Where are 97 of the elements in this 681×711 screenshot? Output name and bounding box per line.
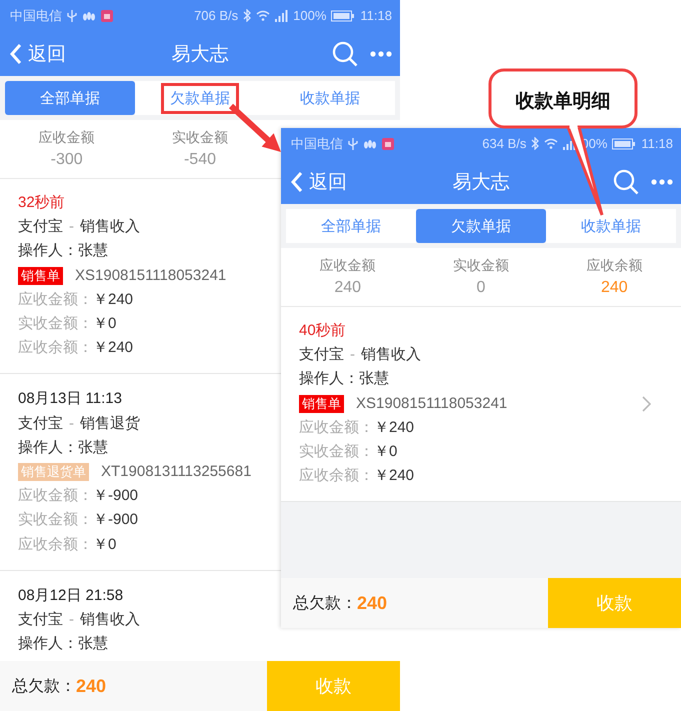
amount-value: ￥240 [93, 290, 134, 310]
payment-method: 支付宝 [18, 414, 63, 434]
callout-text: 收款单明细 [514, 90, 612, 114]
record-category: 销售收入 [80, 217, 140, 238]
separator: - [69, 610, 74, 630]
tab[interactable]: 欠款单据 [135, 81, 265, 115]
tab[interactable]: 收款单据 [265, 81, 395, 115]
operator-name: 操作人：张慧 [18, 438, 108, 458]
summary-value: -540 [182, 150, 217, 170]
amount-label: 应收金额： [18, 486, 93, 506]
summary-label: 应收余额 [585, 256, 644, 275]
summary-label: 实收金额 [170, 128, 229, 147]
amount-label: 应收金额： [299, 418, 374, 438]
chevron-right-icon[interactable] [642, 396, 651, 412]
separator: - [350, 345, 355, 366]
bluetooth-icon [531, 137, 540, 150]
usb-icon [67, 8, 77, 22]
record-time: 40秒前 [299, 321, 346, 341]
search-icon[interactable] [613, 168, 639, 194]
wifi-icon [256, 10, 270, 21]
summary-value: 0 [476, 278, 486, 298]
summary-label: 应收金额 [318, 256, 377, 275]
clock-time: 11:18 [360, 8, 392, 23]
clock-time: 11:18 [641, 136, 673, 151]
order-type-tag: 销售退货单 [18, 463, 89, 482]
payment-method: 支付宝 [18, 610, 63, 630]
order-type-tag: 销售单 [299, 394, 344, 413]
tab[interactable]: 全部单据 [5, 81, 135, 115]
amount-label: 应收余额： [18, 338, 93, 358]
amount-label: 应收余额： [18, 534, 93, 555]
amount-value: ￥0 [93, 534, 116, 555]
amount-value: ￥240 [374, 466, 414, 486]
more-icon[interactable] [651, 178, 673, 184]
record-category: 销售收入 [80, 610, 140, 630]
flower-icon [82, 10, 96, 20]
amount-value: ￥0 [93, 314, 116, 334]
signal-icon [275, 10, 288, 22]
separator: - [69, 217, 74, 238]
page-title: 易大志 [452, 170, 510, 194]
payment-method: 支付宝 [299, 345, 344, 366]
operator-name: 操作人：张慧 [299, 369, 389, 390]
usb-icon [348, 136, 358, 150]
more-icon[interactable] [370, 50, 392, 56]
total-value: 240 [76, 676, 106, 696]
app-icon [101, 10, 113, 22]
tab[interactable]: 收款单据 [546, 209, 676, 243]
flower-icon [363, 138, 377, 148]
order-number: XS1908151118053241 [75, 266, 226, 286]
amount-label: 实收金额： [299, 442, 374, 462]
amount-value: ￥240 [374, 418, 414, 438]
amount-value: ￥240 [93, 338, 134, 358]
amount-value: ￥-900 [93, 486, 138, 506]
battery-icon [331, 10, 356, 22]
wifi-icon [544, 138, 558, 149]
total-label: 总欠款： [293, 594, 357, 614]
back-button[interactable]: 返回 [289, 168, 349, 194]
summary-value: 240 [333, 278, 362, 298]
bluetooth-icon [243, 9, 252, 22]
amount-label: 应收余额： [299, 466, 374, 486]
network-speed: 634 B/s [482, 136, 526, 151]
carrier-name: 中国电信 [10, 6, 62, 24]
payment-method: 支付宝 [18, 217, 63, 238]
battery-percent: 100% [293, 8, 326, 23]
operator-name: 操作人：张慧 [18, 241, 108, 262]
summary-label: 应收金额 [38, 128, 96, 147]
total-value: 240 [357, 592, 388, 614]
record-time: 08月13日 11:13 [18, 389, 122, 410]
chevron-left-icon [10, 42, 22, 64]
amount-value: ￥-900 [93, 510, 138, 530]
arrow [228, 104, 281, 152]
back-button[interactable]: 返回 [8, 40, 68, 66]
operator-name: 操作人：张慧 [18, 634, 108, 654]
summary-value: -300 [50, 150, 84, 170]
amount-value: ￥0 [374, 442, 398, 462]
amount-label: 实收金额： [18, 510, 93, 530]
record-category: 销售退货 [80, 414, 140, 434]
tab[interactable]: 欠款单据 [416, 209, 546, 243]
battery-icon [612, 138, 636, 150]
tab[interactable]: 全部单据 [286, 209, 416, 243]
separator: - [69, 414, 74, 434]
amount-label: 应收金额： [18, 290, 93, 310]
chevron-left-icon [291, 170, 303, 192]
carrier-name: 中国电信 [291, 134, 343, 152]
order-type-tag: 销售单 [18, 266, 63, 285]
amount-label: 实收金额： [18, 314, 93, 334]
total-label: 总欠款： [12, 676, 76, 696]
search-icon[interactable] [332, 40, 358, 66]
network-speed: 706 B/s [194, 8, 238, 23]
summary-label: 实收金额 [452, 256, 510, 275]
record-category: 销售收入 [361, 345, 421, 366]
order-number: XS1908151118053241 [356, 394, 508, 414]
record-time: 08月12日 21:58 [18, 586, 124, 606]
page-title: 易大志 [172, 42, 228, 66]
record-time: 32秒前 [18, 193, 65, 213]
app-icon [382, 138, 394, 150]
order-number: XT1908131113255681 [101, 462, 252, 482]
summary-value: 240 [600, 278, 629, 298]
